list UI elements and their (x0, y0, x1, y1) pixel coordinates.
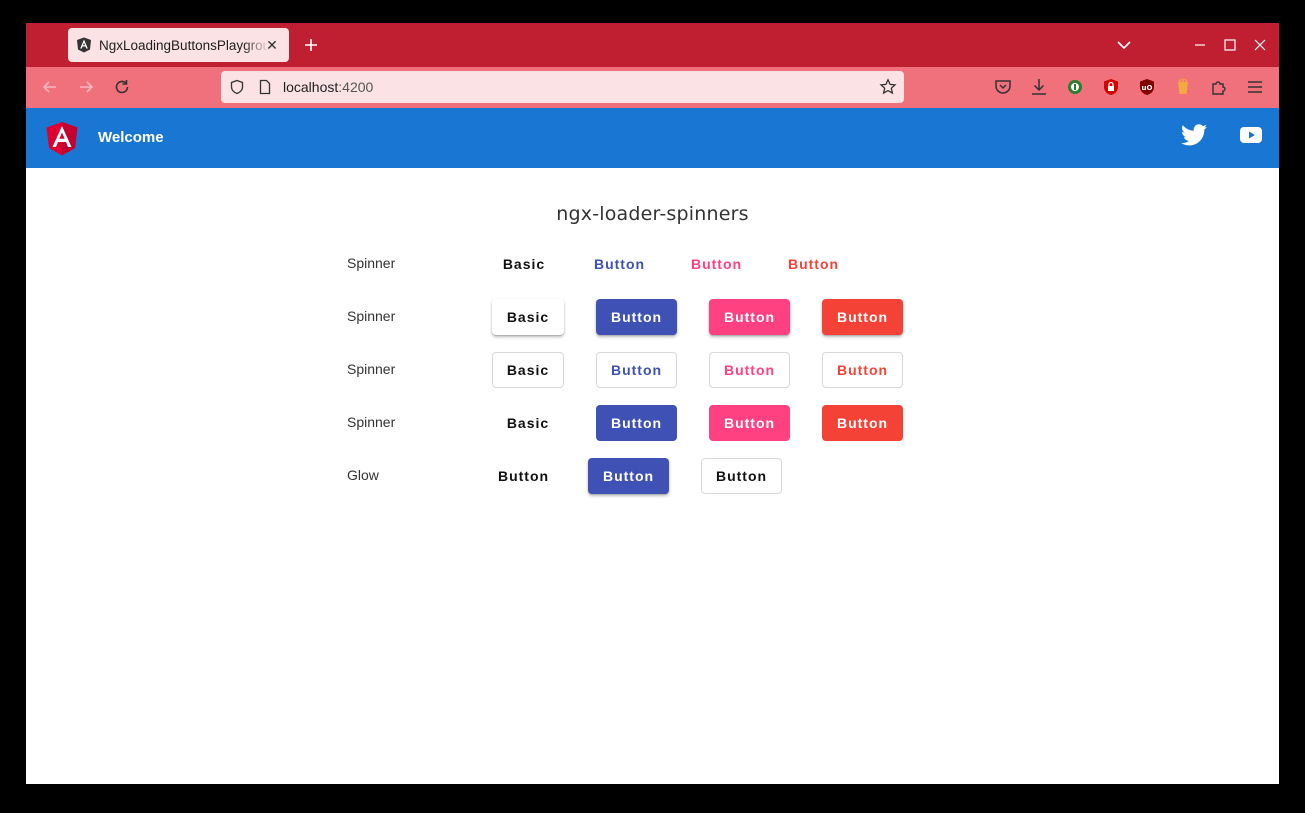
browser-window: NgxLoadingButtonsPlayground ✕ localhost:… (26, 23, 1279, 784)
accent-stroked-button[interactable]: Button (709, 352, 790, 388)
hamburger-menu-icon[interactable] (1244, 76, 1266, 98)
puzzle-extensions-icon[interactable] (1208, 76, 1230, 98)
extension-green-icon[interactable] (1064, 76, 1086, 98)
page-title: ngx-loader-spinners (556, 203, 749, 225)
new-tab-icon[interactable] (300, 34, 322, 56)
angular-logo-icon (46, 122, 78, 156)
glow-stroked-button[interactable]: Button (701, 458, 782, 494)
glow-raised-button[interactable]: Button (588, 458, 669, 494)
svg-text:uO: uO (1142, 84, 1153, 92)
chevron-down-icon[interactable] (1114, 35, 1134, 55)
back-icon[interactable] (39, 76, 61, 98)
url-port: :4200 (338, 79, 374, 95)
forward-icon[interactable] (75, 76, 97, 98)
maximize-icon[interactable] (1220, 35, 1240, 55)
lock-shield-icon[interactable] (1100, 76, 1122, 98)
row-label: Spinner (347, 361, 396, 377)
row-label: Glow (347, 467, 379, 483)
basic-raised-button[interactable]: Basic (492, 299, 564, 335)
accent-flat-button[interactable]: Button (709, 405, 790, 441)
warn-stroked-button[interactable]: Button (822, 352, 903, 388)
tab-strip: NgxLoadingButtonsPlayground ✕ (26, 23, 1279, 67)
url-host: localhost (283, 79, 339, 95)
basic-button[interactable]: Basic (492, 246, 556, 282)
app-header: Welcome (26, 108, 1279, 168)
minimize-icon[interactable] (1190, 35, 1210, 55)
row-label: Spinner (347, 255, 396, 271)
accent-raised-button[interactable]: Button (709, 299, 790, 335)
primary-stroked-button[interactable]: Button (596, 352, 677, 388)
ublock-icon[interactable]: uO (1136, 76, 1158, 98)
primary-raised-button[interactable]: Button (596, 299, 677, 335)
main-content: ngx-loader-spinners Spinner Basic Button… (26, 168, 1279, 784)
pocket-icon[interactable] (992, 76, 1014, 98)
cookie-icon[interactable] (1172, 76, 1194, 98)
row-label: Spinner (347, 414, 396, 430)
accent-button[interactable]: Button (683, 246, 750, 282)
tab-title: NgxLoadingButtonsPlayground (99, 37, 269, 53)
page-icon[interactable] (257, 79, 273, 95)
twitter-icon[interactable] (1181, 123, 1207, 147)
reload-icon[interactable] (111, 76, 133, 98)
close-tab-icon[interactable]: ✕ (263, 36, 281, 54)
youtube-icon[interactable] (1240, 125, 1262, 145)
primary-button[interactable]: Button (586, 246, 653, 282)
header-title: Welcome (98, 129, 164, 146)
warn-raised-button[interactable]: Button (822, 299, 903, 335)
browser-toolbar: localhost:4200 uO (26, 67, 1279, 108)
basic-stroked-button[interactable]: Basic (492, 352, 564, 388)
primary-flat-button[interactable]: Button (596, 405, 677, 441)
warn-flat-button[interactable]: Button (822, 405, 903, 441)
download-icon[interactable] (1028, 76, 1050, 98)
close-window-icon[interactable] (1250, 35, 1270, 55)
url-bar[interactable]: localhost:4200 (221, 71, 904, 103)
glow-basic-button[interactable]: Button (492, 458, 555, 494)
angular-favicon-icon (77, 37, 91, 53)
star-bookmark-icon[interactable] (879, 78, 897, 96)
warn-button[interactable]: Button (780, 246, 847, 282)
row-label: Spinner (347, 308, 396, 324)
browser-tab[interactable]: NgxLoadingButtonsPlayground ✕ (68, 28, 289, 62)
basic-flat-button[interactable]: Basic (492, 405, 564, 441)
url-text: localhost:4200 (283, 79, 373, 95)
shield-icon[interactable] (229, 79, 245, 95)
